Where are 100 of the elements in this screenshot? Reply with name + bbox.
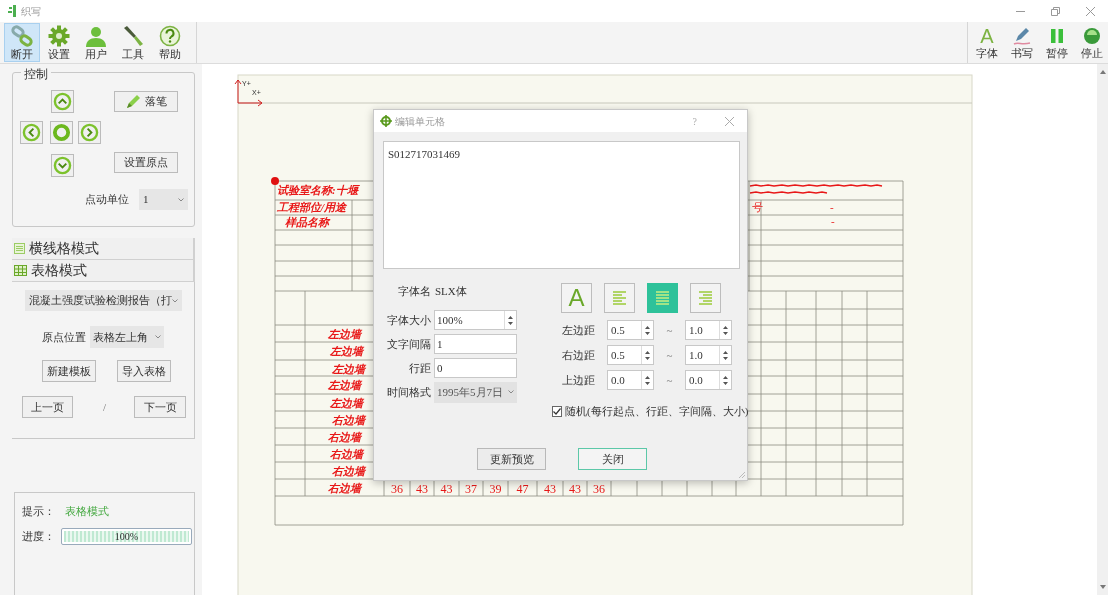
date-format-select[interactable]: 1995年5月7日 [434,381,517,403]
template-button[interactable]: 新建模板 [42,360,96,382]
group-title: 控制 [21,65,51,83]
toolbar-button[interactable]: 暂停 [1041,23,1073,62]
toolbar-button[interactable]: 用户 [78,23,114,62]
down-button[interactable] [51,154,74,177]
handwritten-label: 试验室名称:十堰 [277,184,358,196]
pen-down-button[interactable]: 落笔 [114,91,178,112]
handwritten-label: 右边墙 [327,482,361,494]
margin-label: 左边距 [562,322,596,338]
field-label: 字体名 [397,283,431,299]
pencil-icon [125,94,142,109]
handwritten-label: 右边墙 [331,414,365,426]
spin-arrows-icon [508,314,513,326]
style-button[interactable] [647,283,678,313]
crosshair-icon [380,115,392,127]
pen-position-dot [271,177,279,185]
lined-page-icon [14,243,25,254]
handwritten-label: 工程部位/用途 [277,201,347,213]
field-label: 文字间隔 [386,336,431,352]
handwritten-number: 37 [465,482,477,496]
scrollbar[interactable] [1097,64,1108,595]
up-button[interactable] [51,90,74,113]
jog-unit-label: 点动单位 [85,192,129,208]
toolbar-button[interactable]: 设置 [41,23,77,62]
toolbar-button[interactable]: A 字体 [971,23,1003,62]
spin-box[interactable]: 0.0 [607,370,654,390]
handwritten-number: 47 [516,482,529,496]
handwritten-label: 左边墙 [327,379,361,391]
toolbar-button[interactable]: 帮助 [152,23,188,62]
scroll-up-icon [1099,70,1106,74]
spin-box[interactable]: 0.5 [607,320,654,340]
dialog-button[interactable]: 更新预览 [477,448,546,470]
field-label: 行距 [408,360,431,376]
range-separator: ~ [665,347,674,363]
handwritten-number: 43 [569,482,581,496]
screwdriver-icon [122,25,144,47]
font-name-text: SLX体 [435,283,467,299]
handwritten-label: 左边墙 [327,328,361,340]
checkbox[interactable] [552,405,562,417]
chevron-left-icon [22,123,41,142]
pen-writing-icon [1012,26,1032,46]
input-field[interactable]: 1 [434,334,517,354]
toolbar-button[interactable]: 停止 [1076,23,1108,62]
scroll-down-icon [1099,585,1106,589]
page-separator: / [103,399,107,415]
axis-arrows-drawing [234,79,263,107]
spin-box[interactable]: 100% [434,310,517,330]
home-button[interactable] [50,121,73,144]
template-button[interactable]: 导入表格 [117,360,171,382]
set-origin-button[interactable]: 设置原点 [114,152,178,173]
spin-arrows-icon [645,324,650,336]
style-button[interactable] [690,283,721,313]
spin-box[interactable]: 1.0 [685,345,732,365]
hint-label: 提示： [22,504,55,519]
handwritten-number: 43 [544,482,556,496]
range-separator: ~ [665,322,674,338]
close-icon [1086,6,1095,16]
chevron-right-icon [80,123,99,142]
gear-icon [48,25,70,47]
previous-page-button[interactable]: 上一页 [22,396,73,418]
origin-select[interactable]: 表格左上角 [90,326,164,348]
text-area[interactable]: S012717031469 [383,141,740,269]
handwritten-label: 样品名称 [285,216,329,228]
spin-box[interactable]: 1.0 [685,320,732,340]
spin-arrows-icon [723,349,728,361]
spin-box[interactable]: 0.0 [685,370,732,390]
minimize-icon [1016,10,1025,12]
handwritten-number: 36 [391,482,403,496]
restore-icon [1051,6,1060,16]
close-button[interactable] [723,115,735,127]
spin-box[interactable]: 0.5 [607,345,654,365]
toolbar-button[interactable]: 书写 [1006,23,1038,62]
toolbar-button[interactable]: 工具 [115,23,151,62]
stop-icon [1082,26,1102,46]
spin-arrows-icon [723,324,728,336]
handwritten-number: 36 [593,482,605,496]
check-icon [553,407,561,415]
progress-text: 100% [113,529,140,544]
range-separator: ~ [665,372,674,388]
dialog-title: 编辑单元格 [395,114,445,129]
handwritten-label: - [830,201,834,213]
toolbar-button[interactable]: 断开 [4,23,40,62]
right-button[interactable] [78,121,101,144]
style-button[interactable] [604,283,635,313]
template-select[interactable]: 混凝土强度试验检测报告（打 [25,290,182,311]
close-icon [724,116,734,126]
dialog-button[interactable]: 关闭 [578,448,647,470]
input-field[interactable]: 0 [434,358,517,378]
mode-header[interactable]: 表格模式 [12,260,195,282]
jog-unit-select[interactable]: 1 [139,189,188,210]
field-label: 字体大小 [386,312,431,328]
spin-arrows-icon [723,374,728,386]
grid-icon [14,265,27,276]
next-page-button[interactable]: 下一页 [134,396,187,418]
hint-text: 表格模式 [65,504,109,519]
left-button[interactable] [20,121,43,144]
mode-header[interactable]: 横线格模式 [12,238,195,260]
resize-grip-icon [738,471,745,478]
chain-link-icon [11,25,33,47]
